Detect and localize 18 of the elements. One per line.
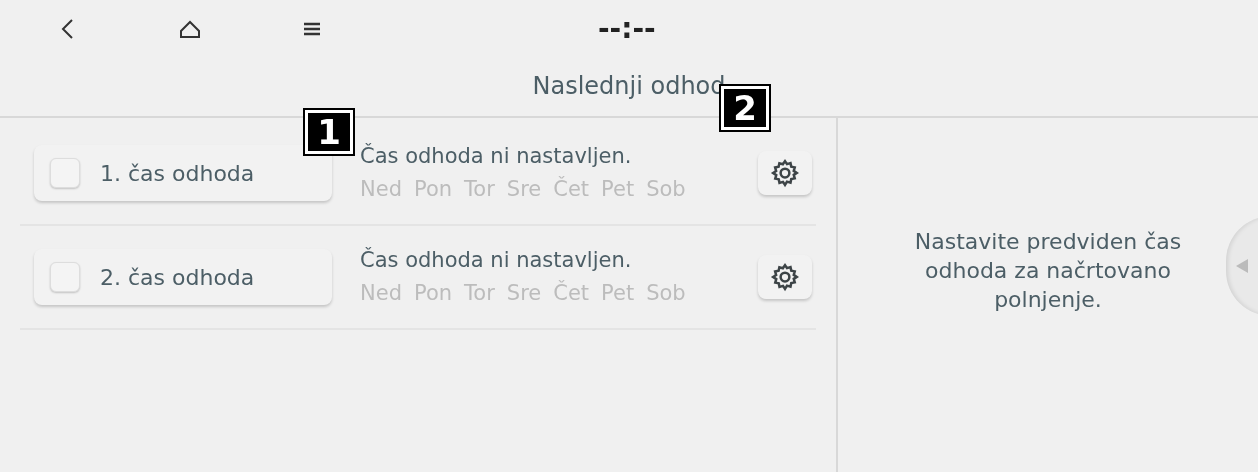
menu-icon[interactable] bbox=[302, 20, 322, 38]
settings-button[interactable] bbox=[758, 255, 812, 299]
callout-number: 2 bbox=[721, 86, 769, 130]
departure-toggle[interactable]: 2. čas odhoda bbox=[34, 249, 332, 305]
clock: --:-- bbox=[598, 11, 656, 47]
settings-icon bbox=[770, 158, 800, 188]
checkbox[interactable] bbox=[50, 158, 80, 188]
checkbox[interactable] bbox=[50, 262, 80, 292]
settings-icon bbox=[770, 262, 800, 292]
status-text: Čas odhoda ni nastavljen. bbox=[360, 142, 633, 170]
home-icon[interactable] bbox=[178, 18, 202, 40]
info-text: Nastavite predviden čas odhoda za načrtovano polnjenje. bbox=[913, 227, 1183, 314]
back-icon[interactable] bbox=[60, 18, 74, 40]
caret-left-icon bbox=[1236, 259, 1248, 273]
departure-toggle[interactable]: 1. čas odhoda bbox=[34, 145, 332, 201]
callout-number: 1 bbox=[305, 110, 353, 154]
settings-button[interactable] bbox=[758, 151, 812, 195]
status-text: Čas odhoda ni nastavljen. bbox=[360, 246, 633, 274]
